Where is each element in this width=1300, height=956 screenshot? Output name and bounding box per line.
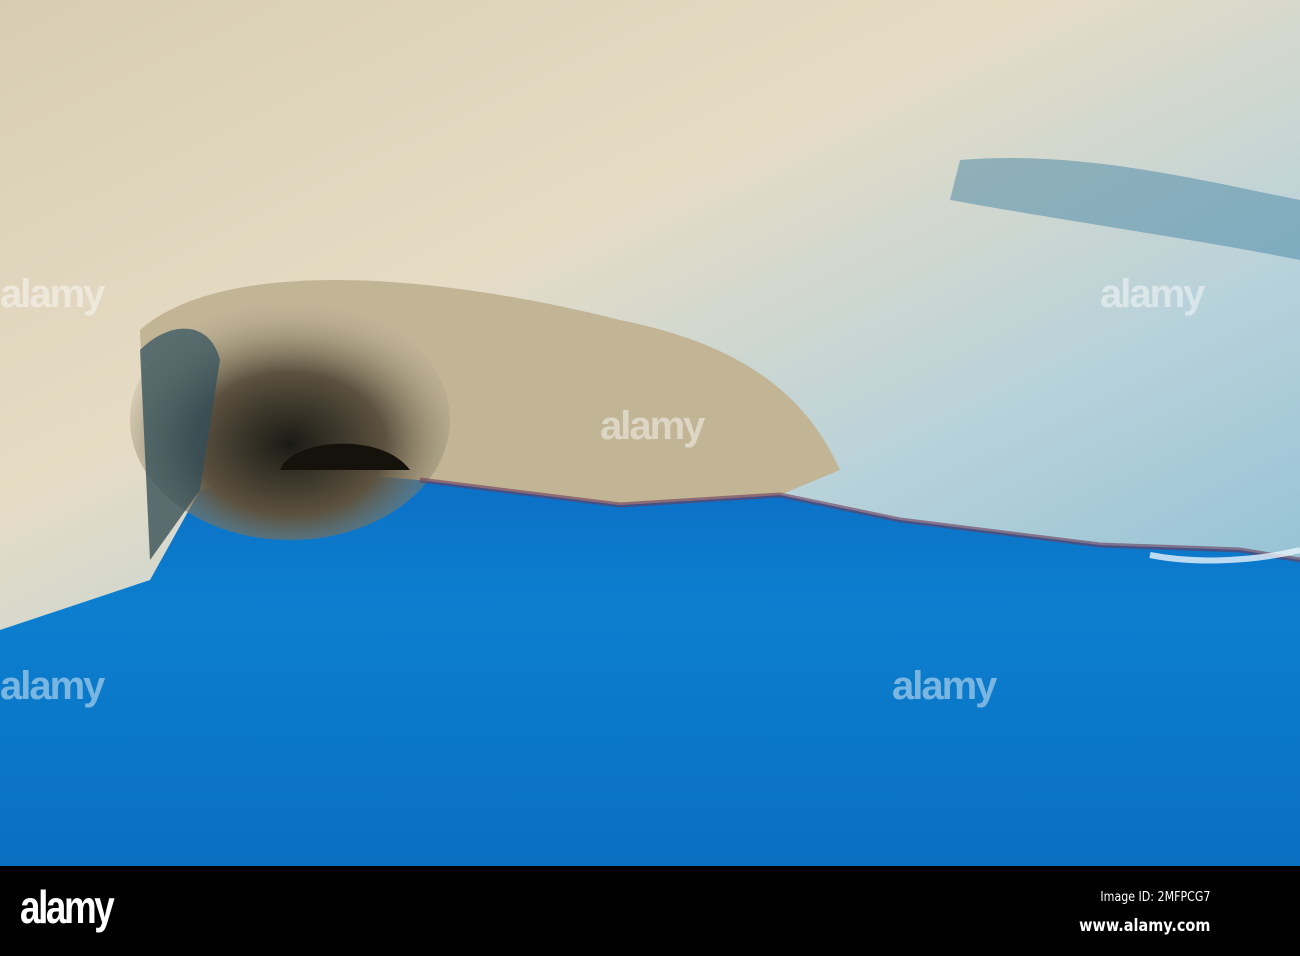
watermark: alamy <box>0 272 105 316</box>
watermark: alamy <box>600 404 705 448</box>
footer-bar: alamy Image ID: 2MFPCG7 www.alamy.com <box>0 866 1300 956</box>
image-id: Image ID: 2MFPCG7 <box>1099 890 1210 905</box>
watermark: alamy <box>0 664 105 708</box>
site-url: www.alamy.com <box>1078 916 1210 936</box>
alamy-logo: alamy <box>20 881 115 933</box>
watermark: alamy <box>1100 272 1205 316</box>
watermark: alamy <box>892 664 997 708</box>
